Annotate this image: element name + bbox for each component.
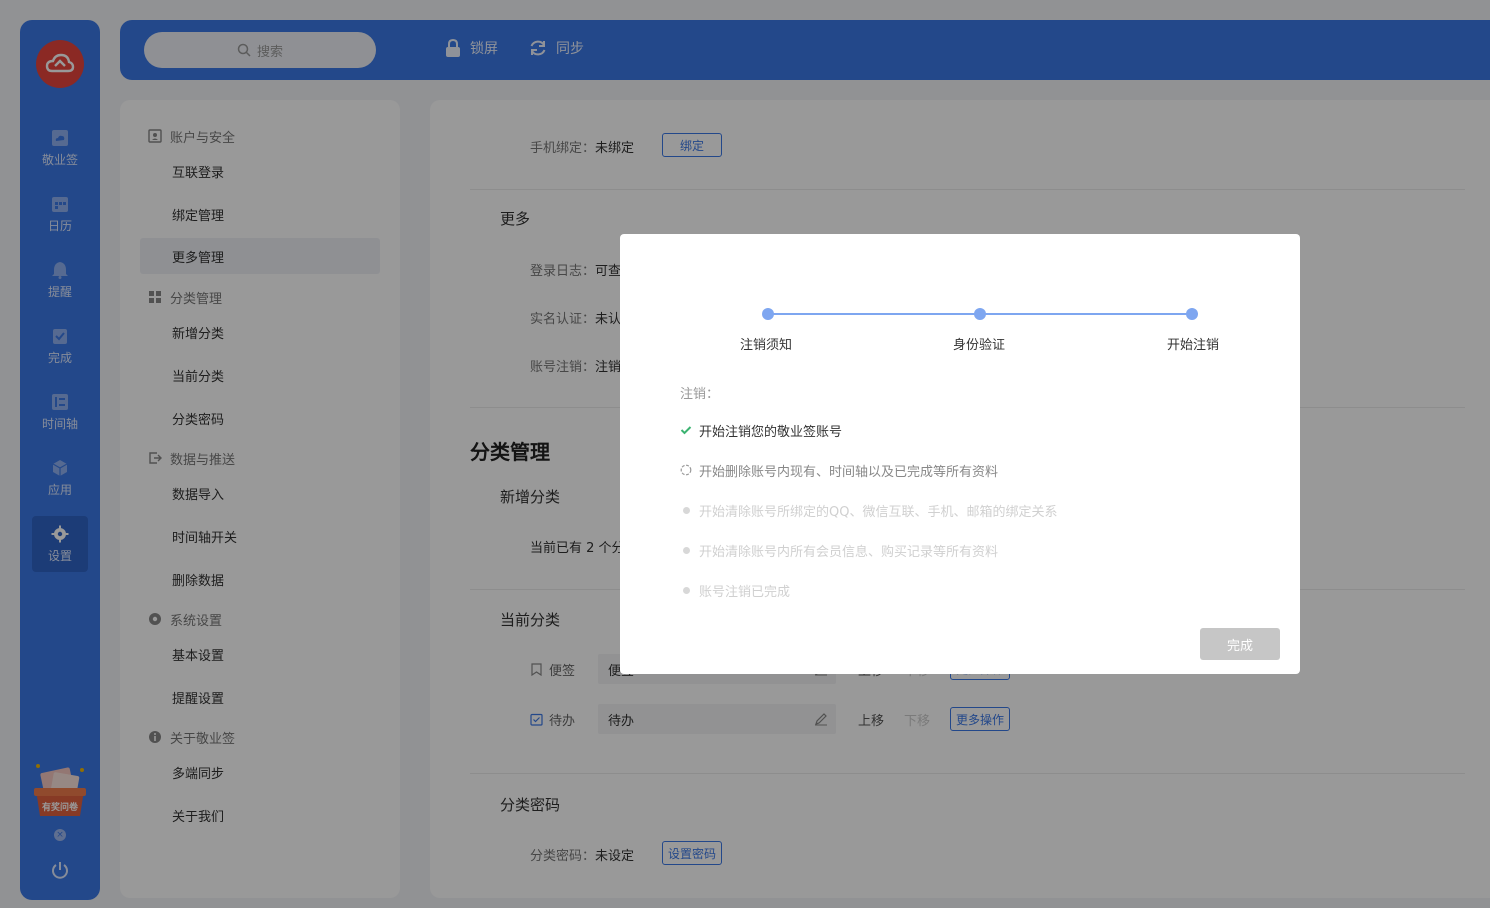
progress-item: 开始清除账号内所有会员信息、购买记录等所有资料 (680, 540, 998, 560)
progress-item: 账号注销已完成 (680, 580, 790, 600)
pending-dot-icon (682, 586, 690, 594)
progress-item: 开始删除账号内现有、时间轴以及已完成等所有资料 (680, 460, 998, 480)
progress-item-text: 开始清除账号内所有会员信息、购买记录等所有资料 (699, 544, 999, 560)
finish-button[interactable]: 完成 (1200, 628, 1280, 660)
progress-item-text: 开始清除账号所绑定的QQ、微信互联、手机、邮箱的绑定关系 (699, 504, 1058, 520)
pending-dot-icon (682, 506, 690, 514)
progress-item-text: 账号注销已完成 (699, 584, 791, 600)
step-label-verify: 身份验证 (952, 338, 1005, 353)
step-dot (1186, 308, 1198, 320)
progress-item-text: 开始注销您的敬业签账号 (699, 424, 843, 440)
step-dot (762, 308, 774, 320)
progress-item: 开始清除账号所绑定的QQ、微信互联、手机、邮箱的绑定关系 (680, 500, 1057, 520)
step-label-notice: 注销须知 (739, 338, 792, 353)
progress-item: 开始注销您的敬业签账号 (680, 420, 842, 440)
pending-dot-icon (682, 546, 690, 554)
account-cancel-dialog: 注销须知 身份验证 开始注销 注销： 开始注销您的敬业签账号 开始删除账号内现有… (620, 234, 1300, 674)
dialog-section-title: 注销： (680, 387, 720, 402)
step-label-start: 开始注销 (1166, 338, 1219, 353)
progress-item-text: 开始删除账号内现有、时间轴以及已完成等所有资料 (699, 464, 999, 480)
check-icon (680, 426, 692, 435)
step-dot (974, 308, 986, 320)
loading-spinner-icon (680, 464, 692, 476)
